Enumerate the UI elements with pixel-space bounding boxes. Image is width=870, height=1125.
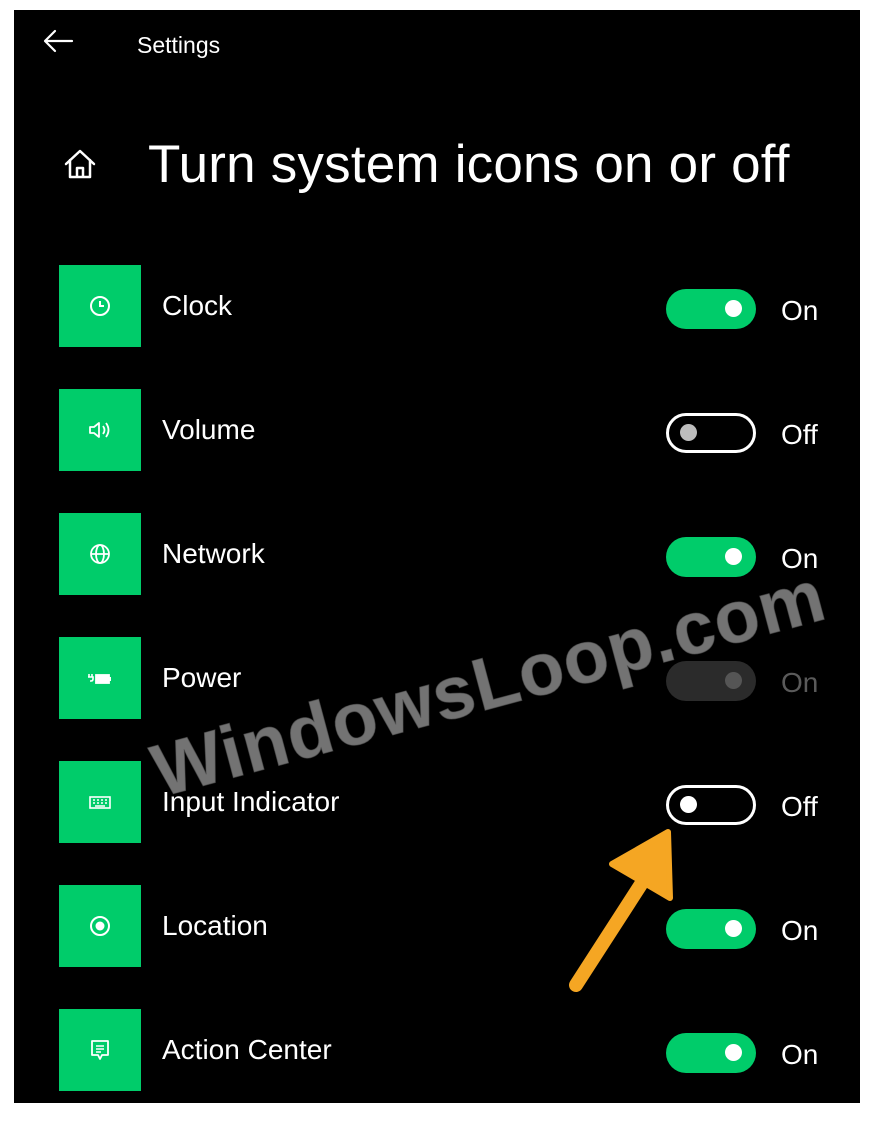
app-title: Settings: [137, 32, 221, 58]
input-indicator-toggle[interactable]: [666, 785, 756, 825]
setting-row-network: Network On: [14, 513, 860, 597]
setting-row-action-center: Action Center On: [14, 1009, 860, 1093]
setting-row-location: Location On: [14, 885, 860, 969]
setting-row-clock: Clock On: [14, 265, 860, 349]
setting-tile: [59, 761, 141, 843]
setting-row-volume: Volume Off: [14, 389, 860, 473]
network-toggle[interactable]: [666, 537, 756, 577]
toggle-state-text: Off: [781, 419, 818, 450]
setting-tile: [59, 389, 141, 471]
toggle-knob: [725, 300, 742, 317]
setting-label: Clock: [162, 290, 233, 321]
setting-tile: [59, 885, 141, 967]
home-icon[interactable]: [60, 144, 100, 184]
setting-tile: [59, 265, 141, 347]
battery-plug-icon: [88, 674, 111, 684]
title-bar: Settings: [14, 10, 860, 80]
volume-toggle[interactable]: [666, 413, 756, 453]
setting-tile: [59, 1009, 141, 1091]
toggle-state-text: On: [781, 1039, 819, 1070]
toggle-state-text: On: [781, 543, 819, 574]
settings-window: Settings Turn system icons on or off Clo…: [14, 10, 860, 1103]
keyboard-icon: [89, 796, 111, 809]
toggle-knob: [680, 796, 697, 813]
page-title: Turn system icons on or off: [148, 135, 790, 194]
location-icon: [90, 916, 110, 936]
toggle-knob: [725, 548, 742, 565]
toggle-state-text: Off: [781, 791, 818, 822]
volume-icon: [89, 422, 110, 438]
toggle-state-text: On: [781, 915, 819, 946]
setting-tile: [59, 637, 141, 719]
toggle-knob: [725, 920, 742, 937]
action-center-toggle[interactable]: [666, 1033, 756, 1073]
setting-label: Location: [162, 910, 268, 941]
toggle-state-text: On: [781, 667, 819, 698]
clock-icon: [90, 296, 110, 316]
globe-icon: [90, 544, 110, 564]
setting-label: Input Indicator: [162, 786, 340, 817]
pointer-arrow-icon: [569, 829, 673, 992]
setting-label: Volume: [162, 414, 256, 445]
setting-row-power: Power On: [14, 637, 860, 721]
setting-label: Action Center: [162, 1034, 332, 1065]
power-toggle[interactable]: [666, 661, 756, 701]
setting-label: Network: [162, 538, 265, 569]
action-center-icon: [91, 1040, 109, 1060]
toggle-state-text: On: [781, 295, 819, 326]
toggle-knob: [725, 672, 742, 689]
setting-row-input-indicator: Input Indicator Off: [14, 761, 860, 845]
clock-toggle[interactable]: [666, 289, 756, 329]
toggle-knob: [680, 424, 697, 441]
setting-tile: [59, 513, 141, 595]
back-arrow-icon[interactable]: [38, 24, 78, 58]
setting-label: Power: [162, 662, 242, 693]
toggle-knob: [725, 1044, 742, 1061]
